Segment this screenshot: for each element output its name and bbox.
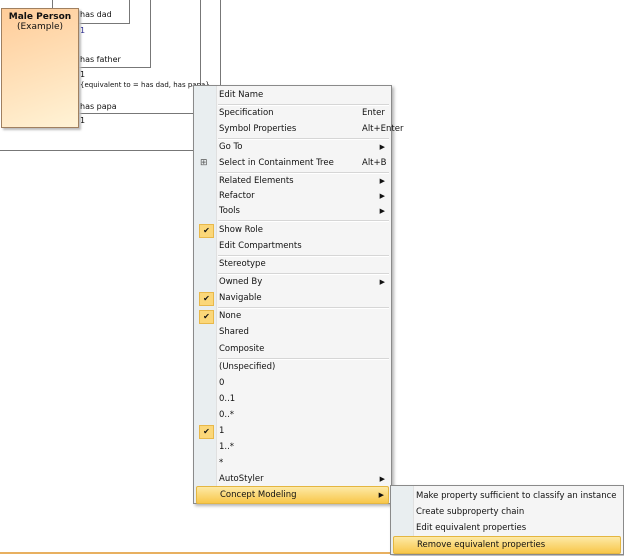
shortcut: Alt+B	[362, 158, 387, 168]
checkmark-icon: ✔	[199, 224, 214, 238]
connector-line	[129, 0, 130, 24]
role-label[interactable]: has dad	[80, 10, 112, 19]
menu-item-make-property-sufficient[interactable]: Make property sufficient to classify an …	[393, 488, 621, 504]
menu-item-stereotype[interactable]: Stereotype	[196, 256, 389, 272]
connector-line	[200, 0, 201, 85]
connector-line	[52, 0, 53, 8]
menu-item-related-elements[interactable]: Related Elements ▶	[196, 173, 389, 189]
label: Create subproperty chain	[416, 507, 525, 517]
menu-item-go-to[interactable]: Go To ▶	[196, 139, 389, 155]
label: Edit Name	[219, 90, 264, 100]
menu-item-select-in-containment-tree[interactable]: ⊞ Select in Containment Tree Alt+B	[196, 155, 389, 171]
label: Owned By	[219, 277, 263, 287]
submenu-concept-modeling: Make property sufficient to classify an …	[390, 485, 624, 555]
label: Remove equivalent properties	[417, 540, 546, 550]
menu-item-edit-equivalent-properties[interactable]: Edit equivalent properties	[393, 520, 621, 536]
checkmark-icon: ✔	[199, 292, 214, 306]
constraint-label[interactable]: {equivalent to = has dad, has papa}	[80, 81, 210, 89]
menu-item-symbol-properties[interactable]: Symbol Properties Alt+Enter	[196, 121, 403, 137]
connector-line	[78, 23, 129, 24]
class-stereotype: (Example)	[16, 22, 64, 32]
label: *	[219, 458, 224, 468]
label: Tools	[219, 206, 240, 216]
multiplicity-label[interactable]: 1	[80, 26, 85, 35]
submenu-arrow-icon: ▶	[379, 143, 385, 151]
submenu-arrow-icon: ▶	[379, 192, 385, 200]
label: Make property sufficient to classify an …	[416, 491, 617, 501]
shortcut: Alt+Enter	[362, 124, 404, 134]
label: Navigable	[219, 293, 262, 303]
submenu-arrow-icon: ▶	[379, 278, 385, 286]
label: Refactor	[219, 191, 255, 201]
menu-item-edit-name[interactable]: Edit Name	[196, 87, 389, 103]
menu-item-tools[interactable]: Tools ▶	[196, 203, 389, 219]
label: Composite	[219, 344, 265, 354]
label: Concept Modeling	[220, 490, 297, 500]
menu-item-mult-0-1[interactable]: 0..1	[196, 391, 389, 407]
containment-tree-icon: ⊞	[200, 158, 208, 168]
multiplicity-label[interactable]: 1	[80, 116, 85, 125]
label: Shared	[219, 327, 249, 337]
menu-item-mult-0[interactable]: 0	[196, 375, 389, 391]
menu-item-navigable[interactable]: ✔ Navigable	[196, 290, 389, 306]
submenu-arrow-icon: ▶	[379, 177, 385, 185]
menu-item-shared[interactable]: Shared	[196, 324, 389, 340]
menu-item-remove-equivalent-properties[interactable]: Remove equivalent properties	[393, 536, 621, 554]
context-menu: Edit Name Specification Enter Symbol Prop…	[193, 85, 403, 504]
class-male-person[interactable]: Male Person (Example)	[1, 8, 79, 128]
label: Edit Compartments	[219, 241, 302, 251]
submenu-arrow-icon: ▶	[379, 475, 385, 483]
label: (Unspecified)	[219, 362, 276, 372]
menu-item-none[interactable]: ✔ None	[196, 308, 389, 324]
label: AutoStyler	[219, 474, 264, 484]
menu-item-mult-1[interactable]: ✔ 1	[196, 423, 389, 439]
frame-line	[0, 150, 193, 151]
menu-item-refactor[interactable]: Refactor ▶	[196, 188, 389, 204]
role-label[interactable]: has father	[80, 55, 121, 64]
menu-item-mult-0-many[interactable]: 0..*	[196, 407, 389, 423]
label: Stereotype	[219, 259, 266, 269]
label: 1..*	[219, 442, 235, 452]
menu-item-specification[interactable]: Specification Enter	[196, 105, 389, 121]
label: Specification	[219, 108, 274, 118]
menu-item-mult-1-many[interactable]: 1..*	[196, 439, 389, 455]
menu-item-autostyler[interactable]: AutoStyler ▶	[196, 471, 389, 487]
label: Related Elements	[219, 176, 294, 186]
menu-item-composite[interactable]: Composite	[196, 341, 389, 357]
menu-item-concept-modeling[interactable]: Concept Modeling ▶	[196, 486, 389, 504]
menu-item-create-subproperty-chain[interactable]: Create subproperty chain	[393, 504, 621, 520]
shortcut: Enter	[362, 108, 385, 118]
menu-item-unspecified[interactable]: (Unspecified)	[196, 359, 389, 375]
checkmark-icon: ✔	[199, 425, 214, 439]
label: Show Role	[219, 225, 263, 235]
checkmark-icon: ✔	[199, 310, 214, 324]
multiplicity-label[interactable]: 1	[80, 70, 85, 79]
class-name: Male Person	[8, 12, 72, 22]
menu-item-edit-compartments[interactable]: Edit Compartments	[196, 238, 389, 254]
menu-item-show-role[interactable]: ✔ Show Role	[196, 222, 389, 238]
label: 1	[219, 426, 225, 436]
submenu-arrow-icon: ▶	[379, 207, 385, 215]
label: Edit equivalent properties	[416, 523, 527, 533]
label: 0	[219, 378, 225, 388]
label: Symbol Properties	[219, 124, 297, 134]
role-label[interactable]: has papa	[80, 102, 117, 111]
label: None	[219, 311, 242, 321]
menu-item-mult-many[interactable]: *	[196, 455, 389, 471]
connector-line	[220, 0, 221, 85]
label: Select in Containment Tree	[219, 158, 334, 168]
connector-line	[150, 0, 151, 68]
label: Go To	[219, 142, 243, 152]
menu-item-owned-by[interactable]: Owned By ▶	[196, 274, 389, 290]
label: 0..1	[219, 394, 236, 404]
label: 0..*	[219, 410, 235, 420]
connector-line	[78, 113, 194, 114]
connector-line	[78, 67, 150, 68]
submenu-arrow-icon: ▶	[378, 491, 384, 499]
